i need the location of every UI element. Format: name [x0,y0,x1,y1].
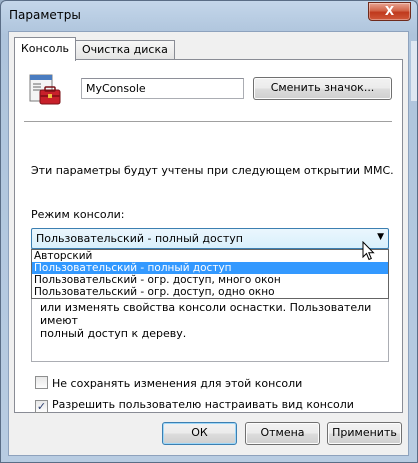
mode-option-limited-multi[interactable]: Пользовательский - огр. доступ, много ок… [32,274,388,286]
title-bar[interactable]: Параметры X [1,1,417,31]
separator [24,121,392,123]
tab-disk-cleanup[interactable]: Очистка диска [75,40,175,60]
console-name-input[interactable]: MyConsole [81,78,244,99]
console-mode-dropdown-list: Авторский Пользовательский - полный дост… [31,249,389,299]
description-line-2: полный доступ к дереву. [40,327,187,340]
mode-option-limited-single[interactable]: Пользовательский - огр. доступ, одно окн… [32,286,388,298]
dialog-client-area: Консоль Очистка диска MyConsole Сменить … [8,31,409,456]
info-text: Эти параметры будут учтены при следующем… [31,164,394,177]
cancel-button[interactable]: Отмена [245,422,320,445]
close-icon: X [384,4,395,18]
close-button[interactable]: X [368,2,411,21]
change-icon-button[interactable]: Сменить значок... [253,77,392,100]
allow-view-customize-row[interactable]: ✓ Разрешить пользователю настраивать вид … [35,398,354,413]
apply-button[interactable]: Применить [327,422,402,445]
mode-description: или изменять свойства консоли оснастки. … [40,301,380,340]
mode-option-full-access[interactable]: Пользовательский - полный доступ [32,262,388,274]
no-save-changes-row[interactable]: Не сохранять изменения для этой консоли [35,376,302,390]
window-edge [411,41,417,101]
no-save-changes-checkbox[interactable] [35,376,48,389]
allow-view-customize-label: Разрешить пользователю настраивать вид к… [52,398,354,411]
no-save-changes-label: Не сохранять изменения для этой консоли [52,377,303,390]
console-mode-label: Режим консоли: [31,208,125,221]
console-icon [29,74,61,105]
mode-selected-value: Пользовательский - полный доступ [36,232,243,245]
description-line-1: или изменять свойства консоли оснастки. … [40,301,372,327]
dropdown-arrow-icon[interactable]: ▼ [377,230,384,245]
allow-view-customize-checkbox[interactable]: ✓ [35,400,48,413]
console-mode-select[interactable]: Пользовательский - полный доступ ▼ [31,228,389,249]
ok-button[interactable]: ОК [162,422,237,445]
tab-console[interactable]: Консоль [14,37,77,61]
mode-option-author[interactable]: Авторский [32,250,388,262]
console-tab-panel: MyConsole Сменить значок... Эти параметр… [14,59,403,413]
mouse-cursor-icon [362,241,375,261]
window-title: Параметры [9,8,81,22]
dialog-window: Параметры X Консоль Очистка диска MyCons… [0,0,418,463]
